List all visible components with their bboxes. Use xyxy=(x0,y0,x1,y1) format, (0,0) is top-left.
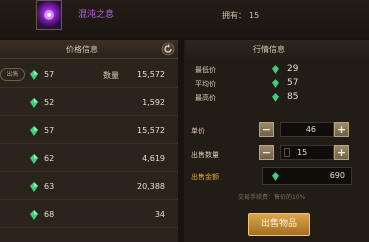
unit-price-minus-button[interactable]: − xyxy=(259,122,274,137)
listing-qty: 1,592 xyxy=(142,98,165,107)
avg-price-label: 平均价 xyxy=(195,80,216,88)
quantity-keypad-icon[interactable] xyxy=(284,148,290,157)
max-price-value: 85 xyxy=(287,92,299,102)
gem-icon xyxy=(30,182,38,192)
price-info-panel: 价格信息 出售 57 数量 15,572 52 1,592 57 15,572 … xyxy=(0,40,178,242)
listing-row-own[interactable]: 出售 57 数量 15,572 xyxy=(0,61,178,88)
listing-row[interactable]: 68 34 xyxy=(0,201,178,228)
listing-qty: 15,572 xyxy=(137,126,165,135)
market-info-panel: 行情信息 最低价 29 平均价 57 最高价 85 单价 − 46 + 出售数量… xyxy=(184,40,369,242)
quantity-minus-button[interactable]: − xyxy=(259,145,274,160)
qty-label: 数量 xyxy=(103,71,119,80)
max-price-label: 最高价 xyxy=(195,94,216,102)
gem-icon xyxy=(30,70,38,80)
gem-icon xyxy=(30,126,38,136)
purple-orb-icon xyxy=(36,0,62,30)
gem-icon xyxy=(30,154,38,164)
listing-row[interactable]: 63 20,388 xyxy=(0,173,178,200)
quantity-value: 15 xyxy=(297,148,308,157)
fee-note: 交易手续费：售价的10% xyxy=(238,194,306,201)
listing-row[interactable]: 62 4,619 xyxy=(0,145,178,172)
unit-price-label: 单价 xyxy=(191,127,205,135)
gem-icon xyxy=(272,65,279,74)
quantity-label: 出售数量 xyxy=(191,151,219,159)
listing-qty: 20,388 xyxy=(137,182,165,191)
listing-row[interactable]: 52 1,592 xyxy=(0,89,178,116)
gem-icon xyxy=(272,172,279,181)
min-price-label: 最低价 xyxy=(195,66,216,74)
market-info-title: 行情信息 xyxy=(253,45,285,54)
total-amount-field: 690 xyxy=(262,167,352,185)
item-header: 混沌之息 拥有： 15 xyxy=(0,0,369,38)
owned-count: 拥有： 15 xyxy=(222,10,259,21)
gem-icon xyxy=(272,79,279,88)
price-info-title: 价格信息 xyxy=(66,45,98,54)
gem-icon xyxy=(30,210,38,220)
listing-price: 52 xyxy=(44,98,55,107)
owned-value: 15 xyxy=(249,11,260,20)
unit-price-plus-button[interactable]: + xyxy=(334,122,349,137)
price-info-header: 价格信息 xyxy=(0,40,178,59)
gem-icon xyxy=(272,93,279,102)
sell-item-button[interactable]: 出售物品 xyxy=(248,213,310,236)
market-info-header: 行情信息 xyxy=(186,40,369,58)
sell-tag: 出售 xyxy=(0,68,25,81)
listing-row[interactable]: 57 15,572 xyxy=(0,117,178,144)
listing-price: 63 xyxy=(44,182,55,191)
quantity-input[interactable]: 15 xyxy=(280,145,334,160)
listing-qty: 4,619 xyxy=(142,154,165,163)
owned-label: 拥有： xyxy=(222,11,246,20)
listing-price: 62 xyxy=(44,154,55,163)
quantity-plus-button[interactable]: + xyxy=(334,145,349,160)
listing-qty: 15,572 xyxy=(137,70,165,79)
listing-price: 57 xyxy=(44,70,55,79)
listing-price: 57 xyxy=(44,126,55,135)
listing-qty: 34 xyxy=(154,210,165,219)
listing-price: 68 xyxy=(44,210,55,219)
unit-price-input[interactable]: 46 xyxy=(280,122,334,137)
refresh-icon[interactable] xyxy=(161,42,175,56)
total-amount-value: 690 xyxy=(329,171,345,180)
gem-icon xyxy=(30,98,38,108)
item-name: 混沌之息 xyxy=(78,10,115,20)
min-price-value: 29 xyxy=(287,64,299,74)
total-label: 出售金额 xyxy=(191,173,219,181)
avg-price-value: 57 xyxy=(287,78,299,88)
